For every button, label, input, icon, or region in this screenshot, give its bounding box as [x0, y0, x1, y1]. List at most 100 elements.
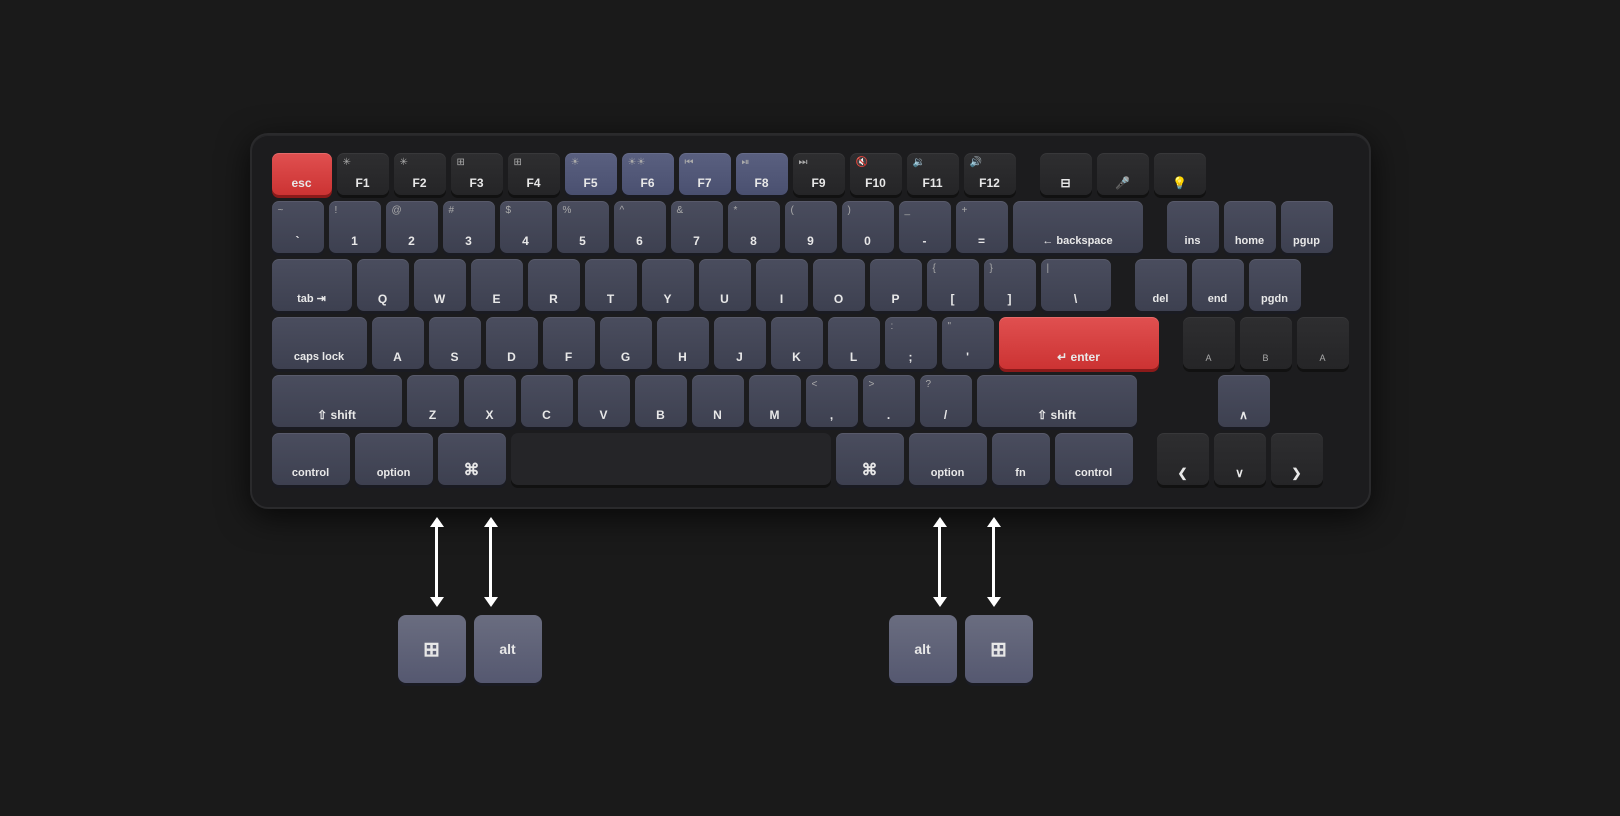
- p-key[interactable]: P: [870, 259, 922, 311]
- tab-key[interactable]: tab ⇥: [272, 259, 352, 311]
- j-key[interactable]: J: [714, 317, 766, 369]
- left-alt-swap-key[interactable]: alt: [474, 615, 542, 683]
- lbracket-key[interactable]: { [: [927, 259, 979, 311]
- f12-key[interactable]: 🔊 F12: [964, 153, 1016, 195]
- f10-key[interactable]: 🔇 F10: [850, 153, 902, 195]
- 2-key[interactable]: @ 2: [386, 201, 438, 253]
- k-key[interactable]: K: [771, 317, 823, 369]
- o-key[interactable]: O: [813, 259, 865, 311]
- win-icon-left: ⊞: [423, 637, 440, 662]
- 8-key[interactable]: * 8: [728, 201, 780, 253]
- enter-key[interactable]: ↵ enter: [999, 317, 1159, 369]
- down-arrow-key[interactable]: ∨: [1214, 433, 1266, 485]
- lshift-key[interactable]: ⇧ shift: [272, 375, 402, 427]
- snip-key[interactable]: ⊟: [1040, 153, 1092, 195]
- backslash-key[interactable]: | \: [1041, 259, 1111, 311]
- ins-key[interactable]: ins: [1167, 201, 1219, 253]
- f5-key[interactable]: ☀ F5: [565, 153, 617, 195]
- 0-key[interactable]: ) 0: [842, 201, 894, 253]
- u-key[interactable]: U: [699, 259, 751, 311]
- left-win-swap-key[interactable]: ⊞: [398, 615, 466, 683]
- g-key[interactable]: G: [600, 317, 652, 369]
- right-swap-arrow2: [987, 517, 1001, 607]
- a-key[interactable]: A: [372, 317, 424, 369]
- z-key[interactable]: Z: [407, 375, 459, 427]
- minus-key[interactable]: _ -: [899, 201, 951, 253]
- left-arrow-key[interactable]: ❮: [1157, 433, 1209, 485]
- backtick-key[interactable]: ~ `: [272, 201, 324, 253]
- 5-key[interactable]: % 5: [557, 201, 609, 253]
- equals-key[interactable]: + =: [956, 201, 1008, 253]
- quote-key[interactable]: " ': [942, 317, 994, 369]
- esc-key[interactable]: esc: [272, 153, 332, 195]
- d-key[interactable]: D: [486, 317, 538, 369]
- lctrl-key[interactable]: control: [272, 433, 350, 485]
- f7-key[interactable]: ⏮ F7: [679, 153, 731, 195]
- l-key[interactable]: L: [828, 317, 880, 369]
- f8-key[interactable]: ⏯ F8: [736, 153, 788, 195]
- w-key[interactable]: W: [414, 259, 466, 311]
- f4-key[interactable]: ⊞ F4: [508, 153, 560, 195]
- end-key[interactable]: end: [1192, 259, 1244, 311]
- f2-key[interactable]: ✳ F2: [394, 153, 446, 195]
- v-key[interactable]: V: [578, 375, 630, 427]
- f1-key[interactable]: ✳ F1: [337, 153, 389, 195]
- period-key[interactable]: > .: [863, 375, 915, 427]
- light-key[interactable]: 💡: [1154, 153, 1206, 195]
- right-swap-keys: alt ⊞: [889, 615, 1033, 683]
- mic-key[interactable]: 🎤: [1097, 153, 1149, 195]
- n-key[interactable]: N: [692, 375, 744, 427]
- i-key[interactable]: I: [756, 259, 808, 311]
- f12-icon: 🔊: [970, 158, 982, 168]
- home-key[interactable]: home: [1224, 201, 1276, 253]
- 1-key[interactable]: ! 1: [329, 201, 381, 253]
- 3-key[interactable]: # 3: [443, 201, 495, 253]
- q-key[interactable]: Q: [357, 259, 409, 311]
- backspace-key[interactable]: ← backspace: [1013, 201, 1143, 253]
- space-key[interactable]: [511, 433, 831, 485]
- t-key[interactable]: T: [585, 259, 637, 311]
- e-key[interactable]: E: [471, 259, 523, 311]
- right-arrow-key[interactable]: ❯: [1271, 433, 1323, 485]
- rcmd-key[interactable]: ⌘: [836, 433, 904, 485]
- y-key[interactable]: Y: [642, 259, 694, 311]
- fn-key[interactable]: fn: [992, 433, 1050, 485]
- lcmd-key[interactable]: ⌘: [438, 433, 506, 485]
- b-key[interactable]: B: [635, 375, 687, 427]
- f-key[interactable]: F: [543, 317, 595, 369]
- f1-icon: ✳: [343, 158, 351, 168]
- 6-key[interactable]: ^ 6: [614, 201, 666, 253]
- pgup-key[interactable]: pgup: [1281, 201, 1333, 253]
- 9-key[interactable]: ( 9: [785, 201, 837, 253]
- 4-key[interactable]: $ 4: [500, 201, 552, 253]
- f3-key[interactable]: ⊞ F3: [451, 153, 503, 195]
- rshift-key[interactable]: ⇧ shift: [977, 375, 1137, 427]
- loption-key[interactable]: option: [355, 433, 433, 485]
- c-key[interactable]: C: [521, 375, 573, 427]
- f6-key[interactable]: ☀☀ F6: [622, 153, 674, 195]
- right-swap-arrow1: [933, 517, 947, 607]
- h-key[interactable]: H: [657, 317, 709, 369]
- number-row: ~ ` ! 1 @ 2 # 3 $ 4 % 5: [272, 201, 1349, 253]
- del-key[interactable]: del: [1135, 259, 1187, 311]
- pgdn-key[interactable]: pgdn: [1249, 259, 1301, 311]
- slash-key[interactable]: ? /: [920, 375, 972, 427]
- capslock-key[interactable]: caps lock: [272, 317, 367, 369]
- comma-key[interactable]: < ,: [806, 375, 858, 427]
- f9-key[interactable]: ⏭ F9: [793, 153, 845, 195]
- roption-key[interactable]: option: [909, 433, 987, 485]
- up-arrow-key[interactable]: ∧: [1218, 375, 1270, 427]
- r-key[interactable]: R: [528, 259, 580, 311]
- rbracket-key[interactable]: } ]: [984, 259, 1036, 311]
- down-arrowhead-right1: [933, 597, 947, 607]
- s-key[interactable]: S: [429, 317, 481, 369]
- semicolon-key[interactable]: : ;: [885, 317, 937, 369]
- right-win-swap-key[interactable]: ⊞: [965, 615, 1033, 683]
- f11-key[interactable]: 🔉 F11: [907, 153, 959, 195]
- 7-key[interactable]: & 7: [671, 201, 723, 253]
- x-key[interactable]: X: [464, 375, 516, 427]
- m-key[interactable]: M: [749, 375, 801, 427]
- rctrl-key[interactable]: control: [1055, 433, 1133, 485]
- up-arrowhead-left1: [430, 517, 444, 527]
- right-alt-swap-key[interactable]: alt: [889, 615, 957, 683]
